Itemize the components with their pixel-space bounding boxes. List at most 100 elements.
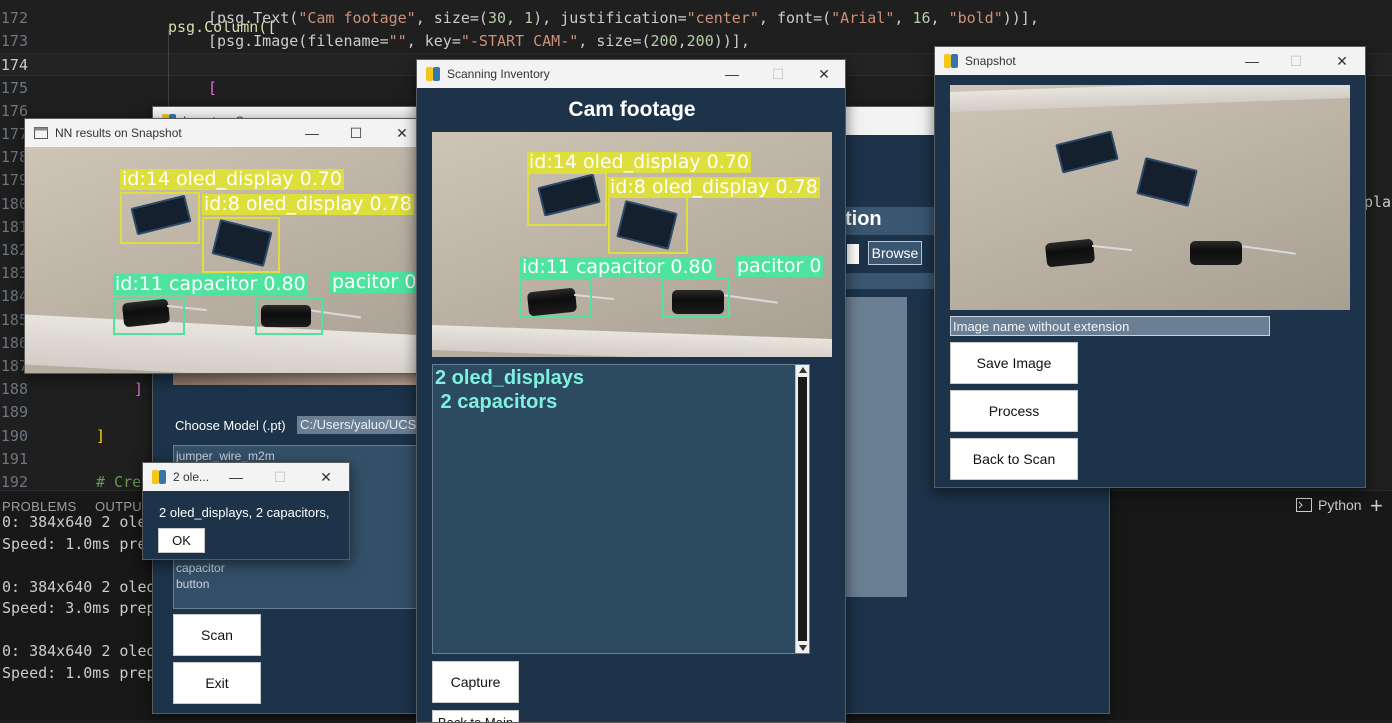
main-heading: tion (845, 208, 882, 230)
bbox-oled (527, 172, 607, 226)
line-number: 191 (0, 449, 28, 468)
code-token: [ (208, 78, 218, 97)
tab-problems[interactable]: PROBLEMS (2, 499, 77, 514)
terminal-line: 0: 384x640 2 ole (2, 513, 147, 531)
code-token: [psg.Text( (208, 9, 299, 27)
scroll-up-icon[interactable] (799, 367, 807, 373)
capacitor-object (1044, 238, 1096, 268)
maximize-icon: ☐ (273, 469, 287, 485)
maximize-icon[interactable]: ☐ (333, 119, 379, 147)
process-button[interactable]: Process (950, 390, 1078, 432)
code-token: ))], (713, 32, 750, 51)
popup-dialog[interactable]: 2 ole... — ☐ ✕ 2 oled_displays, 2 capaci… (142, 462, 350, 560)
snapshot-image (950, 85, 1350, 310)
code-text: [psg.Image(filename="", key="-START CAM-… (208, 30, 750, 53)
window-title: NN results on Snapshot (55, 126, 182, 140)
save-image-button[interactable]: Save Image (950, 342, 1078, 384)
line-number: 174 (0, 56, 28, 75)
scan-window-titlebar[interactable]: Scanning Inventory — ☐ ✕ (417, 60, 845, 88)
terminal-profile[interactable]: Python (1296, 497, 1362, 513)
python-app-icon (944, 54, 958, 68)
code-token: ))], (1002, 9, 1039, 27)
scroll-thumb[interactable] (798, 377, 807, 641)
scanning-inventory-window[interactable]: Scanning Inventory — ☐ ✕ Cam footage id:… (416, 59, 846, 723)
detection-label: pacitor 0 (735, 255, 824, 277)
code-token: , (930, 9, 949, 27)
ok-button[interactable]: OK (158, 528, 205, 553)
code-text: [psg.Text("Cam footage", size=(30, 1), j… (208, 7, 1039, 30)
oled-display-object (1136, 157, 1198, 207)
popup-titlebar[interactable]: 2 ole... — ☐ ✕ (143, 463, 349, 491)
window-icon (34, 127, 48, 139)
code-line[interactable]: 172 [psg.Text("Cam footage", size=(30, 1)… (0, 7, 1392, 30)
terminal-line: Speed: 1.0ms prep (2, 663, 156, 682)
terminal-line: Speed: 3.0ms prep (2, 599, 156, 617)
nn-window-titlebar[interactable]: NN results on Snapshot — ☐ ✕ (25, 119, 425, 147)
close-icon[interactable]: ✕ (303, 463, 349, 491)
exit-button[interactable]: Exit (173, 662, 261, 704)
capture-button[interactable]: Capture (432, 661, 519, 703)
new-terminal-button[interactable]: + (1370, 493, 1383, 519)
python-app-icon (152, 470, 166, 484)
minimize-icon[interactable]: — (213, 463, 259, 491)
list-item[interactable]: jumper_wire_m2m (176, 449, 275, 463)
code-token: , (506, 9, 525, 27)
browse-button[interactable]: Browse (868, 241, 922, 265)
nn-result-image: id:14 oled_display 0.70 id:8 oled_displa… (25, 147, 425, 373)
minimize-icon[interactable]: — (709, 60, 755, 88)
code-token: , (894, 9, 913, 27)
scan-button[interactable]: Scan (173, 614, 261, 656)
line-number: 190 (0, 426, 28, 445)
terminal-line: Speed: 1.0ms prep (2, 534, 156, 553)
oled-display-object (1055, 130, 1119, 174)
scrollbar[interactable] (795, 365, 809, 653)
bbox-oled (120, 192, 200, 244)
window-title: Snapshot (965, 54, 1016, 68)
detection-label: pacitor 0 (330, 271, 419, 293)
image-name-input[interactable] (950, 316, 1270, 336)
snapshot-window-titlebar[interactable]: Snapshot — ☐ ✕ (935, 47, 1365, 75)
model-path-input[interactable]: C:/Users/yaluo/UCS (297, 416, 422, 434)
detection-label: id:8 oled_display 0.78 (608, 176, 820, 198)
output-line: 2 capacitors (435, 391, 558, 413)
bbox-capacitor (520, 278, 592, 318)
terminal-line: 0: 384x640 2 oled (2, 642, 156, 660)
code-token: [psg.Image(filename= (208, 32, 389, 51)
code-token: 200 (686, 32, 714, 51)
minimize-icon[interactable]: — (1229, 47, 1275, 75)
box-edge (432, 325, 832, 357)
line-number: 188 (0, 380, 28, 399)
results-output[interactable]: 2 oled_displays 2 capacitors (432, 364, 810, 654)
code-token: , (677, 32, 687, 51)
code-token: # Cre (96, 473, 142, 491)
list-item[interactable]: button (176, 577, 209, 591)
python-label: Python (1318, 497, 1362, 513)
bbox-capacitor (255, 297, 323, 335)
scroll-down-icon[interactable] (799, 645, 807, 651)
back-to-main-button[interactable]: Back to Main (432, 710, 519, 722)
terminal-icon (1296, 498, 1312, 512)
bbox-capacitor (662, 278, 730, 318)
list-item[interactable]: capacitor (176, 561, 225, 575)
close-icon[interactable]: ✕ (1319, 47, 1365, 75)
box-edge (25, 314, 425, 373)
code-token: 16 (912, 9, 931, 27)
back-to-scan-button[interactable]: Back to Scan (950, 438, 1078, 480)
path-input[interactable] (847, 244, 859, 264)
snapshot-window[interactable]: Snapshot — ☐ ✕ Save Image Process Back t… (934, 46, 1366, 488)
code-text: ] (134, 378, 143, 401)
code-token: , size=( (415, 9, 488, 27)
bbox-oled (608, 196, 688, 254)
nn-results-window[interactable]: NN results on Snapshot — ☐ ✕ id:14 oled_… (24, 118, 426, 374)
output-line: 2 oled_displays (435, 367, 584, 389)
close-icon[interactable]: ✕ (801, 60, 845, 88)
capacitor-lead (1092, 244, 1132, 252)
cam-footage-heading: Cam footage (568, 98, 696, 121)
line-number: 172 (0, 9, 28, 27)
minimize-icon[interactable]: — (289, 119, 335, 147)
bbox-capacitor (113, 297, 185, 335)
bbox-oled (202, 217, 280, 273)
code-token: 200 (650, 32, 678, 51)
code-token: "Arial" (831, 9, 895, 27)
box-edge (950, 85, 1350, 112)
